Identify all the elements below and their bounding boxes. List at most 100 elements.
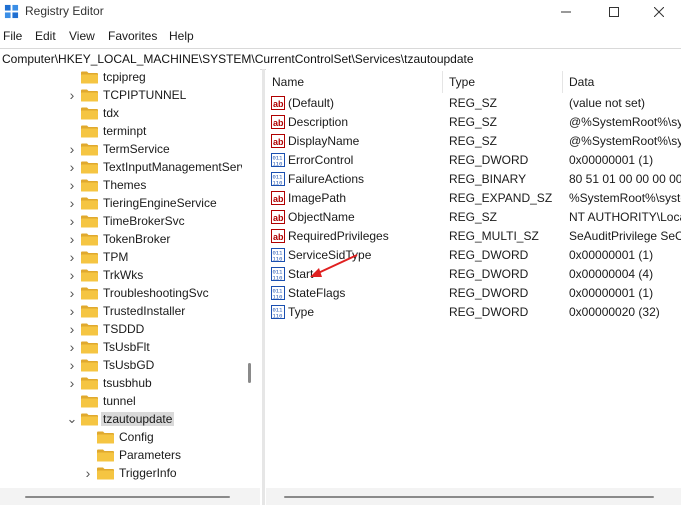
- tree-item-config[interactable]: Config: [82, 428, 154, 446]
- column-divider[interactable]: [442, 71, 443, 93]
- folder-icon: [81, 161, 98, 173]
- tree-item-label: Parameters: [119, 448, 182, 462]
- folder-icon: [81, 125, 98, 137]
- no-expander: [66, 104, 78, 122]
- tree-item-label: TermService: [103, 142, 170, 156]
- tree-item-tdx[interactable]: tdx: [66, 104, 119, 122]
- tree-horizontal-scroll-thumb[interactable]: [25, 496, 230, 498]
- key-tree-pane[interactable]: tcpipreg › TCPIPTUNNEL tdx terminpt › TermServ…: [0, 69, 260, 505]
- chevron-right-icon[interactable]: ›: [66, 86, 78, 104]
- menu-favorites[interactable]: Favorites: [108, 29, 157, 43]
- address-bar[interactable]: Computer\HKEY_LOCAL_MACHINE\SYSTEM\Curre…: [0, 48, 681, 70]
- chevron-right-icon[interactable]: ›: [66, 284, 78, 302]
- svg-text:110: 110: [273, 161, 283, 168]
- folder-icon: [81, 251, 98, 263]
- column-header-type[interactable]: Type: [449, 75, 475, 89]
- chevron-right-icon[interactable]: ›: [66, 374, 78, 392]
- values-list-pane[interactable]: Name Type Data ab (Default) REG_SZ (value n…: [266, 69, 681, 505]
- folder-icon: [81, 341, 98, 353]
- menu-edit[interactable]: Edit: [35, 29, 56, 43]
- menu-file[interactable]: File: [3, 29, 22, 43]
- tree-item-troubleshootingsvc[interactable]: › TroubleshootingSvc: [66, 284, 209, 302]
- chevron-right-icon[interactable]: ›: [66, 338, 78, 356]
- binary-value-icon: 011110: [271, 286, 285, 300]
- chevron-right-icon[interactable]: ›: [66, 266, 78, 284]
- tree-item-trustedinstaller[interactable]: › TrustedInstaller: [66, 302, 186, 320]
- chevron-right-icon[interactable]: ›: [66, 140, 78, 158]
- pane-splitter[interactable]: [262, 69, 265, 505]
- values-horizontal-scroll-thumb[interactable]: [284, 496, 654, 498]
- tree-item-tzautoupdate[interactable]: ⌄ tzautoupdate: [66, 410, 175, 428]
- chevron-right-icon[interactable]: ›: [66, 176, 78, 194]
- tree-item-termservice[interactable]: › TermService: [66, 140, 170, 158]
- chevron-right-icon[interactable]: ›: [66, 194, 78, 212]
- value-row[interactable]: 011 110 FailureActions REG_BINARY 80 51 01 0…: [266, 170, 681, 189]
- tree-item-themes[interactable]: › Themes: [66, 176, 147, 194]
- value-name: (Default): [288, 96, 335, 110]
- tree-item-label: TsUsbGD: [103, 358, 155, 372]
- chevron-right-icon[interactable]: ›: [82, 464, 94, 482]
- tree-item-label: TsUsbFlt: [103, 340, 150, 354]
- menu-help[interactable]: Help: [169, 29, 194, 43]
- minimize-button[interactable]: [543, 0, 589, 24]
- value-row[interactable]: ab RequiredPrivileges REG_MULTI_SZ SeAuditP…: [266, 227, 681, 246]
- chevron-right-icon[interactable]: ›: [66, 158, 78, 176]
- chevron-down-icon[interactable]: ⌄: [66, 410, 78, 428]
- tree-item-triggerinfo[interactable]: › TriggerInfo: [82, 464, 177, 482]
- tree-item-timebrokersvc[interactable]: › TimeBrokerSvc: [66, 212, 185, 230]
- value-name: StateFlags: [288, 286, 346, 300]
- tree-item-tcpipreg[interactable]: tcpipreg: [66, 69, 146, 86]
- tree-item-tsddd[interactable]: › TSDDD: [66, 320, 145, 338]
- tree-item-tsusbflt[interactable]: › TsUsbFlt: [66, 338, 150, 356]
- string-value-icon: ab: [271, 210, 285, 224]
- tree-item-tsusbgd[interactable]: › TsUsbGD: [66, 356, 155, 374]
- tree-item-tcpiptunnel[interactable]: › TCPIPTUNNEL: [66, 86, 187, 104]
- close-button[interactable]: [636, 0, 681, 24]
- value-row[interactable]: ab ObjectName REG_SZ NT AUTHORITY\Loca: [266, 208, 681, 227]
- chevron-right-icon[interactable]: ›: [66, 320, 78, 338]
- no-expander: [82, 428, 94, 446]
- string-value-icon: ab: [271, 96, 285, 110]
- tree-item-label: tsusbhub: [103, 376, 152, 390]
- folder-icon: [81, 305, 98, 317]
- annotation-arrow-icon: [310, 254, 358, 277]
- value-name: DisplayName: [288, 134, 360, 148]
- tree-item-tpm[interactable]: › TPM: [66, 248, 129, 266]
- tree-item-label: TrkWks: [103, 268, 144, 282]
- value-row[interactable]: ab Description REG_SZ @%SystemRoot%\syst: [266, 113, 681, 132]
- tree-vertical-scrollbar[interactable]: [242, 69, 258, 487]
- value-data: 80 51 01 00 00 00 00 00: [569, 172, 681, 186]
- tree-item-tieringengineservice[interactable]: › TieringEngineService: [66, 194, 217, 212]
- column-header-name[interactable]: Name: [272, 75, 304, 89]
- tree-item-trkwks[interactable]: › TrkWks: [66, 266, 144, 284]
- chevron-right-icon[interactable]: ›: [66, 302, 78, 320]
- maximize-button[interactable]: [591, 0, 637, 24]
- column-header-data[interactable]: Data: [569, 75, 594, 89]
- value-row[interactable]: ab ImagePath REG_EXPAND_SZ %SystemRoot%\sys…: [266, 189, 681, 208]
- tree-vertical-scroll-thumb[interactable]: [248, 363, 251, 383]
- value-row[interactable]: 011 110 StateFlags REG_DWORD 0x00000001 (1): [266, 284, 681, 303]
- tree-item-tokenbroker[interactable]: › TokenBroker: [66, 230, 171, 248]
- chevron-right-icon[interactable]: ›: [66, 230, 78, 248]
- binary-value-icon: 011110: [271, 248, 285, 262]
- value-row[interactable]: 011 110 Type REG_DWORD 0x00000020 (32): [266, 303, 681, 322]
- value-row[interactable]: 011 110 ErrorControl REG_DWORD 0x00000001 (1…: [266, 151, 681, 170]
- column-divider[interactable]: [562, 71, 563, 93]
- tree-item-tsusbhub[interactable]: › tsusbhub: [66, 374, 152, 392]
- tree-item-label: TextInputManagementServ: [103, 160, 247, 174]
- tree-item-textinputmanagementserv[interactable]: › TextInputManagementServ: [66, 158, 247, 176]
- chevron-right-icon[interactable]: ›: [66, 356, 78, 374]
- chevron-right-icon[interactable]: ›: [66, 212, 78, 230]
- tree-item-tunnel[interactable]: tunnel: [66, 392, 136, 410]
- tree-item-terminpt[interactable]: terminpt: [66, 122, 146, 140]
- tree-item-parameters[interactable]: Parameters: [82, 446, 181, 464]
- close-icon: [654, 7, 664, 17]
- chevron-right-icon[interactable]: ›: [66, 248, 78, 266]
- binary-value-icon: 011110: [271, 172, 285, 186]
- folder-icon: [81, 215, 98, 227]
- address-path[interactable]: Computer\HKEY_LOCAL_MACHINE\SYSTEM\Curre…: [2, 52, 474, 66]
- svg-text:ab: ab: [273, 99, 284, 109]
- value-row[interactable]: ab DisplayName REG_SZ @%SystemRoot%\syst: [266, 132, 681, 151]
- value-row[interactable]: ab (Default) REG_SZ (value not set): [266, 94, 681, 113]
- menu-view[interactable]: View: [69, 29, 95, 43]
